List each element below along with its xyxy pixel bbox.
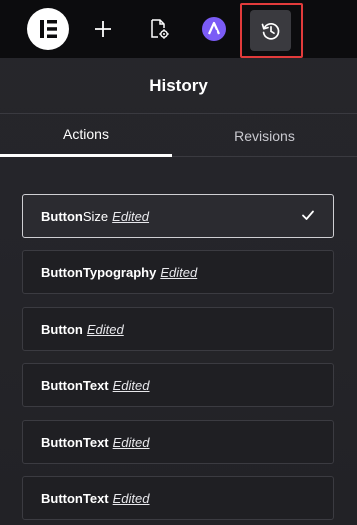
history-item-element: Button	[41, 377, 83, 393]
history-item-property: Text	[82, 490, 109, 506]
history-icon	[261, 22, 279, 40]
history-item-property: Size	[82, 208, 109, 224]
history-item-element: Button	[41, 434, 83, 450]
history-item[interactable]: Button Edited	[22, 307, 334, 351]
history-item-element: Button	[41, 321, 83, 337]
history-item-action: Edited	[86, 321, 124, 337]
page-settings-button[interactable]	[144, 0, 174, 58]
top-toolbar	[0, 0, 357, 58]
history-item[interactable]: Button Size Edited	[22, 194, 334, 238]
history-item-action: Edited	[160, 264, 198, 280]
history-item[interactable]: Button Typography Edited	[22, 250, 334, 294]
history-item[interactable]: Button Text Edited	[22, 476, 334, 520]
elementor-logo-icon[interactable]	[27, 8, 69, 50]
history-item-element: Button	[41, 208, 83, 224]
history-button[interactable]	[250, 10, 291, 51]
history-item-property: Typography	[82, 264, 157, 280]
history-item-action: Edited	[112, 208, 150, 224]
plus-icon	[95, 21, 111, 37]
ai-assistant-icon	[202, 17, 226, 41]
tab-revisions[interactable]: Revisions	[172, 114, 357, 157]
ai-assistant-button[interactable]	[199, 0, 229, 58]
history-item-action: Edited	[112, 434, 150, 450]
history-item-element: Button	[41, 490, 83, 506]
check-icon	[302, 210, 314, 220]
history-item[interactable]: Button Text Edited	[22, 363, 334, 407]
history-item[interactable]: Button Text Edited	[22, 420, 334, 464]
history-tabs: Actions Revisions	[0, 114, 357, 157]
page-settings-icon	[151, 19, 169, 39]
history-button-highlight	[240, 3, 303, 58]
history-panel-app: History Actions Revisions Button Size Ed…	[0, 0, 357, 525]
add-element-button[interactable]	[88, 0, 118, 58]
history-item-action: Edited	[112, 490, 150, 506]
history-item-property: Text	[82, 434, 109, 450]
history-item-property: Text	[82, 377, 109, 393]
history-item-action: Edited	[112, 377, 150, 393]
tab-actions[interactable]: Actions	[0, 114, 172, 157]
panel-title: History	[0, 58, 357, 114]
history-item-element: Button	[41, 264, 83, 280]
